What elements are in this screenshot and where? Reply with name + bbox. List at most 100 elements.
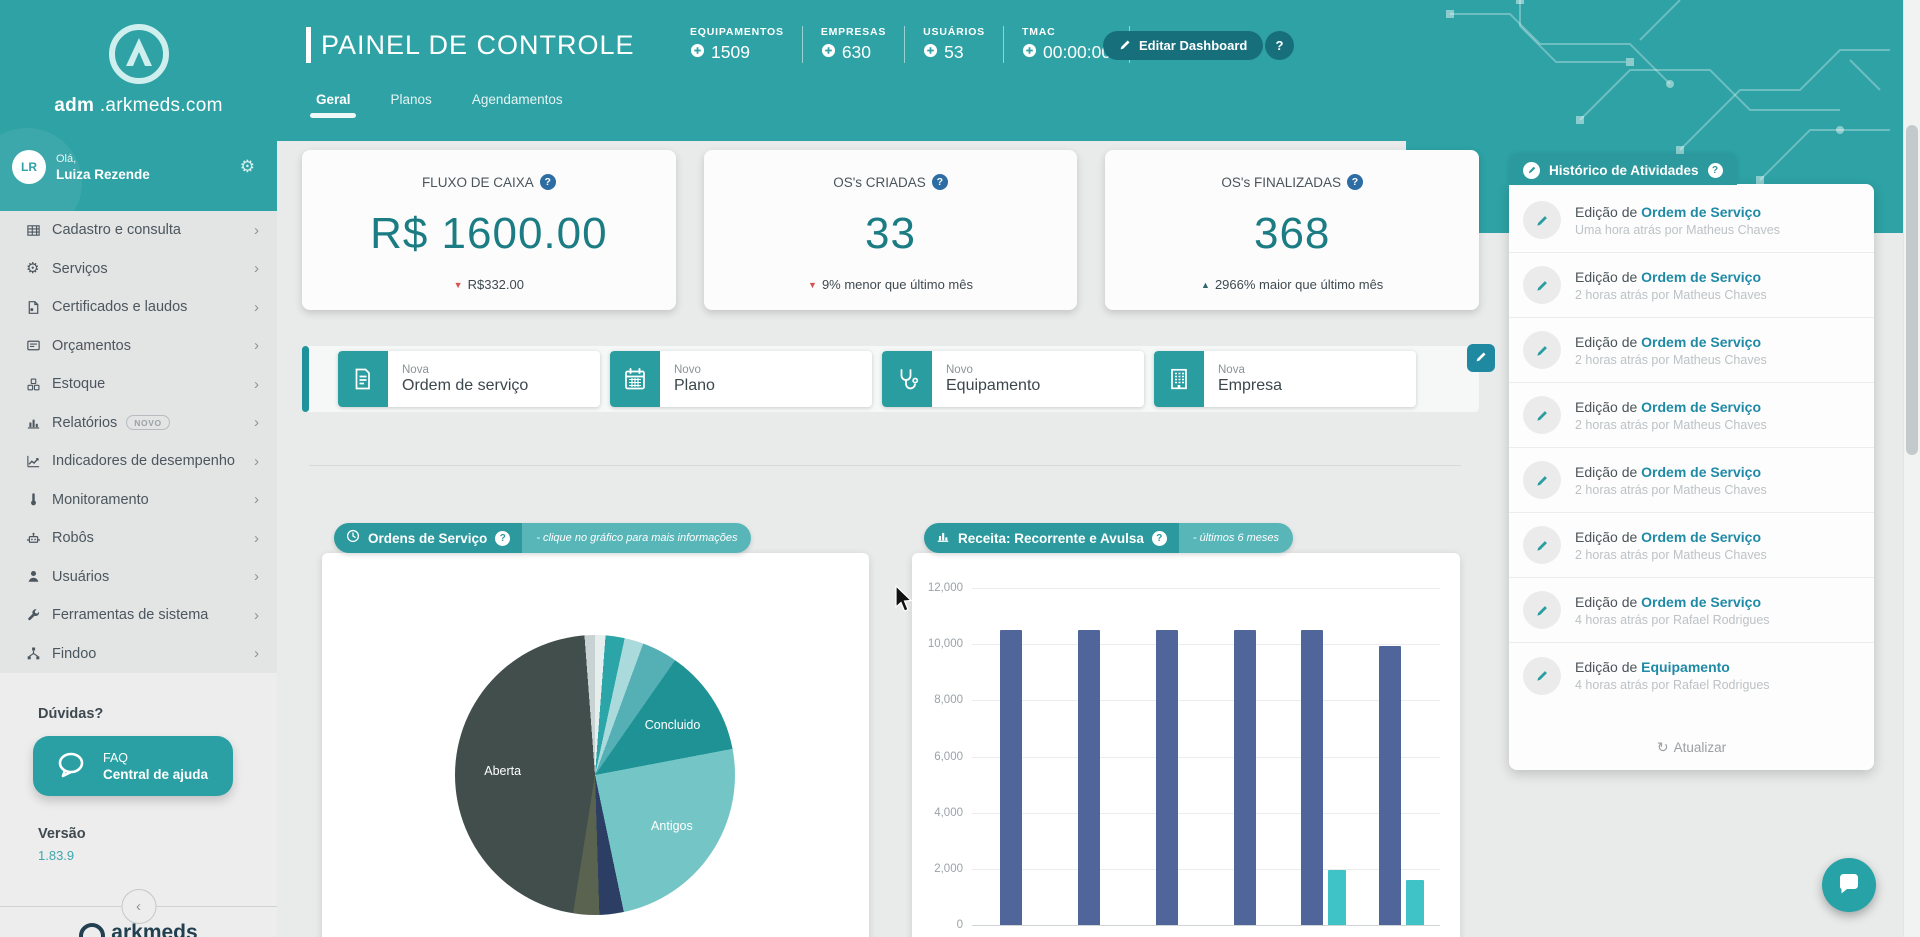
version-label: Versão: [38, 826, 277, 842]
bar-chart-title: Receita: Recorrente e Avulsa: [958, 531, 1144, 546]
bar-help-icon[interactable]: ?: [1152, 531, 1167, 546]
edit-pencil-icon: [1523, 331, 1561, 369]
activity-list: Edição de Ordem de Serviço Uma hora atrá…: [1509, 188, 1874, 708]
chevron-right-icon: ›: [254, 607, 259, 624]
orders-pie-chart[interactable]: ConcluidoAntigosAberta: [455, 635, 735, 915]
card-help-icon[interactable]: ?: [932, 174, 948, 190]
quick-actions-strip: Nova Ordem de serviço Novo Plano Novo Eq…: [302, 346, 1479, 412]
sidebar-item-cadastro-e-consulta[interactable]: Cadastro e consulta ›: [0, 211, 277, 250]
refresh-button[interactable]: ↻Atualizar: [1509, 739, 1874, 756]
activity-meta: 2 horas atrás por Matheus Chaves: [1575, 548, 1767, 562]
header-help-button[interactable]: ?: [1265, 31, 1294, 60]
quick-action-empresa[interactable]: Nova Empresa: [1154, 351, 1416, 407]
quick-action-ordem-de-servi-o[interactable]: Nova Ordem de serviço: [338, 351, 600, 407]
sidebar-item-findoo[interactable]: Findoo ›: [0, 635, 277, 674]
edit-quick-actions-button[interactable]: [1467, 344, 1495, 372]
card-help-icon[interactable]: ?: [1347, 174, 1363, 190]
edit-pencil-icon: [1523, 591, 1561, 629]
sidebar-item-ferramentas-de-sistema[interactable]: Ferramentas de sistema ›: [0, 596, 277, 635]
chevron-right-icon: ›: [254, 491, 259, 508]
card-help-icon[interactable]: ?: [540, 174, 556, 190]
table-grid-icon: [26, 223, 52, 238]
sidebar-item-relat-rios[interactable]: Relatórios NOVO ›: [0, 404, 277, 443]
delta-up-triangle-icon: ▲: [1201, 280, 1210, 290]
pie-chart-card: ConcluidoAntigosAberta: [322, 553, 869, 937]
bar-recorrente[interactable]: [1234, 630, 1256, 925]
sidebar-item-estoque[interactable]: Estoque ›: [0, 365, 277, 404]
bar-recorrente[interactable]: [1301, 630, 1323, 925]
tab-agendamentos[interactable]: Agendamentos: [472, 92, 563, 116]
stat-value: 1509: [711, 42, 750, 63]
edit-dashboard-button[interactable]: Editar Dashboard: [1103, 31, 1263, 60]
action-label: Plano: [674, 377, 715, 395]
pencil-icon: [1119, 38, 1132, 54]
bar-recorrente[interactable]: [1379, 646, 1401, 925]
chat-fab-button[interactable]: [1822, 858, 1876, 912]
mouse-cursor: [894, 585, 914, 615]
edit-pencil-icon: [1523, 657, 1561, 695]
sidebar-item-rob-s[interactable]: Robôs ›: [0, 519, 277, 558]
chevron-right-icon: ›: [254, 414, 259, 431]
y-axis-tick: 0: [957, 919, 972, 931]
chat-icon: [1836, 871, 1862, 900]
bar-avulsa[interactable]: [1406, 880, 1424, 925]
activity-meta: 2 horas atrás por Matheus Chaves: [1575, 288, 1767, 302]
sidebar-item-servi-os[interactable]: ⚙ Serviços ›: [0, 250, 277, 289]
refresh-icon: ↻: [1657, 739, 1669, 755]
plus-circle-icon: [923, 43, 938, 63]
sidebar-item-label: Monitoramento: [52, 492, 149, 508]
edit-pencil-icon: [1523, 396, 1561, 434]
pie-chart-note: - clique no gráfico para mais informaçõe…: [522, 523, 751, 553]
delta-down-triangle-icon: ▼: [808, 280, 817, 290]
sidebar-item-label: Certificados e laudos: [52, 299, 187, 315]
page-scrollbar[interactable]: [1903, 0, 1920, 937]
sidebar-item-monitoramento[interactable]: Monitoramento ›: [0, 481, 277, 520]
boxes-icon: [26, 377, 52, 392]
sidebar-item-or-amentos[interactable]: Orçamentos ›: [0, 327, 277, 366]
pencil-icon: [1475, 350, 1488, 366]
sidebar-item-certificados-e-laudos[interactable]: Certificados e laudos ›: [0, 288, 277, 327]
version-number[interactable]: 1.83.9: [38, 848, 277, 863]
sidebar-item-usu-rios[interactable]: Usuários ›: [0, 558, 277, 597]
card-title: FLUXO DE CAIXA: [422, 175, 534, 190]
sidebar-item-label: Ferramentas de sistema: [52, 607, 208, 623]
scrollbar-thumb[interactable]: [1906, 125, 1918, 455]
activity-meta: 2 horas atrás por Matheus Chaves: [1575, 353, 1767, 367]
user-settings-gear-icon[interactable]: ⚙: [240, 157, 255, 177]
user-text: Olá, Luiza Rezende: [56, 153, 240, 182]
quick-action-plano[interactable]: Novo Plano: [610, 351, 872, 407]
bar-group: [1050, 588, 1128, 925]
pie-chart-header[interactable]: Ordens de Serviço ? - clique no gráfico …: [334, 523, 751, 553]
activity-panel-title: Histórico de Atividades: [1549, 163, 1699, 178]
bar-recorrente[interactable]: [1000, 630, 1022, 925]
faq-label: FAQ: [103, 751, 208, 765]
chevron-right-icon: ›: [254, 376, 259, 393]
y-axis-tick: 10,000: [928, 638, 972, 650]
stat-label: USUÁRIOS: [923, 26, 985, 38]
stat-value: 53: [944, 42, 963, 63]
activity-help-icon[interactable]: ?: [1708, 163, 1723, 178]
quick-actions-accent-bar: [302, 346, 309, 412]
quick-action-equipamento[interactable]: Novo Equipamento: [882, 351, 1144, 407]
bottom-brand: arkmeds: [0, 917, 277, 937]
greeting: Olá,: [56, 153, 240, 165]
section-divider: [309, 465, 1461, 466]
bar-recorrente[interactable]: [1078, 630, 1100, 925]
brand-domain: adm .arkmeds.com: [0, 95, 277, 117]
chat-bubble-icon: [55, 749, 87, 784]
bar-recorrente[interactable]: [1156, 630, 1178, 925]
sidebar-item-indicadores-de-desempenho[interactable]: Indicadores de desempenho ›: [0, 442, 277, 481]
bar-group: [1284, 588, 1362, 925]
bar-avulsa[interactable]: [1328, 870, 1346, 925]
activity-panel-header[interactable]: Histórico de Atividades ?: [1509, 155, 1737, 185]
arkmeds-logo-icon: [107, 22, 171, 91]
help-heading: Dúvidas?: [38, 706, 277, 722]
user-row: LR Olá, Luiza Rezende ⚙: [12, 150, 265, 184]
pie-help-icon[interactable]: ?: [495, 531, 510, 546]
tab-geral[interactable]: Geral: [316, 92, 351, 116]
tab-planos[interactable]: Planos: [391, 92, 432, 116]
activity-target: Ordem de Serviço: [1641, 334, 1761, 350]
faq-help-button[interactable]: FAQ Central de ajuda: [33, 736, 233, 796]
plus-circle-icon: [821, 43, 836, 63]
bar-chart-header[interactable]: Receita: Recorrente e Avulsa ? - últimos…: [924, 523, 1293, 553]
